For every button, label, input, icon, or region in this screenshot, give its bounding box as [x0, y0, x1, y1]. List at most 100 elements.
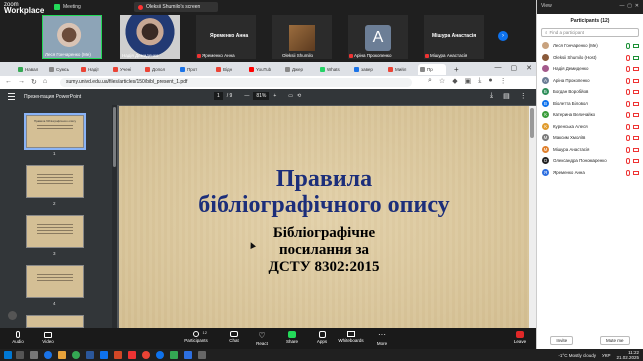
- participants-button[interactable]: 12 Participants: [181, 330, 211, 343]
- page-thumbnail-2[interactable]: [26, 165, 84, 198]
- minimize-icon[interactable]: —: [495, 64, 502, 72]
- maximize-icon[interactable]: ▢: [511, 64, 518, 72]
- video-tile[interactable]: Мішура Анастасія Мішура Анастасія: [424, 15, 484, 59]
- video-button[interactable]: Video: [33, 331, 63, 344]
- browser-tab[interactable]: Пр: [418, 64, 446, 75]
- language-indicator[interactable]: УКР: [602, 353, 610, 358]
- page-number-input[interactable]: 1: [214, 92, 223, 100]
- task-view-icon[interactable]: [30, 351, 38, 359]
- participant-row[interactable]: Я Яременко Анна: [537, 167, 643, 179]
- meeting-tab[interactable]: Meeting: [54, 4, 81, 10]
- share-button[interactable]: Share: [277, 331, 307, 344]
- participant-row[interactable]: А Аріна Прокопенко: [537, 75, 643, 87]
- folder-icon[interactable]: [58, 351, 66, 359]
- audio-button[interactable]: Audio: [3, 331, 33, 344]
- clock[interactable]: 11:22 21.02.2025: [616, 350, 639, 360]
- browser-tab[interactable]: Сумсь: [47, 64, 77, 75]
- app-icon[interactable]: [198, 351, 206, 359]
- window-controls[interactable]: — ▢ ✕: [620, 3, 639, 11]
- reload-icon[interactable]: ↻: [31, 78, 37, 86]
- participant-row[interactable]: В Віолетта Біловол: [537, 98, 643, 110]
- browser-tab[interactable]: завер: [352, 64, 382, 75]
- video-tile[interactable]: Яременко Анна Яременко Анна: [196, 15, 256, 59]
- apps-button[interactable]: Apps: [307, 331, 337, 344]
- home-icon[interactable]: ⌂: [43, 78, 47, 86]
- browser-tab[interactable]: Джер: [283, 64, 313, 75]
- more-button[interactable]: ··· More: [367, 331, 397, 347]
- puzzle-icon[interactable]: ▣: [465, 77, 472, 85]
- new-tab-button[interactable]: +: [452, 64, 461, 75]
- print-icon[interactable]: ▤: [503, 92, 510, 100]
- scrollbar-thumb[interactable]: [113, 107, 116, 167]
- rotate-icon[interactable]: ⟲: [297, 93, 301, 99]
- browser-tab[interactable]: YouTub: [247, 64, 277, 75]
- app-icon[interactable]: [184, 351, 192, 359]
- page-thumbnail-3[interactable]: [26, 215, 84, 248]
- browser-icon[interactable]: [156, 351, 164, 359]
- forward-icon[interactable]: →: [18, 78, 25, 86]
- back-icon[interactable]: ←: [5, 78, 12, 86]
- main-scrollbar[interactable]: [529, 106, 536, 328]
- chat-button[interactable]: Chat: [219, 331, 249, 343]
- browser-tab[interactable]: Прот: [178, 64, 208, 75]
- screen-share-tab[interactable]: Oleksii Shumilo's screen: [134, 2, 218, 12]
- page-thumbnail-1[interactable]: Правила бібліографічного опису: [24, 113, 86, 150]
- chrome-icon[interactable]: [142, 351, 150, 359]
- participant-row[interactable]: О Олександра Пономаренко: [537, 155, 643, 167]
- zoom-level-input[interactable]: 81%: [253, 92, 270, 100]
- bookmark-star-icon[interactable]: ☆: [439, 77, 445, 85]
- mute-me-button[interactable]: Mute me: [600, 336, 630, 345]
- participant-row[interactable]: М Максим Хмоліїв: [537, 132, 643, 144]
- zoom-out-icon[interactable]: —: [244, 93, 249, 99]
- participant-row[interactable]: М Мішура Анастасія: [537, 144, 643, 156]
- weather-widget[interactable]: -1°C Mostly cloudy: [558, 353, 596, 358]
- video-tile[interactable]: А Аріна Прокопенко: [348, 15, 408, 59]
- participant-row[interactable]: Б Богдан Воробйов: [537, 86, 643, 98]
- app-icon[interactable]: [170, 351, 178, 359]
- browser-tab[interactable]: Мийл: [386, 64, 416, 75]
- download-pdf-icon[interactable]: ⤓: [490, 92, 493, 100]
- menu-dots-icon[interactable]: ⋮: [500, 77, 507, 85]
- participant-row[interactable]: Леся Гончаренко (Me): [537, 40, 643, 52]
- video-tile[interactable]: Oleksii Shumilo: [272, 15, 332, 59]
- video-tile[interactable]: Надія Демиденко: [120, 15, 180, 59]
- pdf-more-icon[interactable]: ⋮: [520, 92, 527, 100]
- participant-row[interactable]: К Катерина Величайко: [537, 109, 643, 121]
- page-thumbnail-4[interactable]: [26, 265, 84, 298]
- profile-icon[interactable]: ●: [488, 77, 492, 85]
- view-button[interactable]: View: [541, 3, 552, 11]
- browser-tab[interactable]: Учені: [111, 64, 141, 75]
- sidebar-scrollbar[interactable]: [112, 105, 117, 328]
- whiteboards-button[interactable]: Whiteboards: [336, 331, 366, 343]
- browser-tab[interactable]: Надії: [79, 64, 109, 75]
- browser-tab[interactable]: Whats: [318, 64, 348, 75]
- download-icon[interactable]: ⤓: [478, 77, 481, 85]
- search-icon[interactable]: [16, 351, 24, 359]
- participant-row[interactable]: Надія Демиденко: [537, 63, 643, 75]
- sidebar-menu-icon[interactable]: [8, 93, 15, 100]
- chrome-icon[interactable]: [44, 351, 52, 359]
- zoom-app-icon[interactable]: [100, 351, 108, 359]
- browser-tab[interactable]: Навал: [16, 64, 46, 75]
- pdf-app-icon[interactable]: [128, 351, 136, 359]
- video-tile-self[interactable]: Леся Гончаренко (Ме): [42, 15, 102, 59]
- browser-window-controls[interactable]: — ▢ ✕: [495, 64, 533, 72]
- word-icon[interactable]: [86, 351, 94, 359]
- page-thumbnail-5[interactable]: [26, 315, 84, 328]
- powerpoint-icon[interactable]: [114, 351, 122, 359]
- browser-tab[interactable]: Допол: [143, 64, 173, 75]
- browser-tab[interactable]: Відн: [214, 64, 244, 75]
- annotate-icon[interactable]: [8, 311, 17, 320]
- fit-page-icon[interactable]: ▭: [288, 93, 293, 99]
- zoom-in-icon[interactable]: +: [273, 93, 276, 99]
- start-icon[interactable]: [4, 351, 12, 359]
- participant-row[interactable]: Oleksii Shumilo (Host): [537, 52, 643, 64]
- extension-icon[interactable]: ◆: [452, 77, 457, 85]
- react-button[interactable]: ♡ React: [247, 331, 277, 346]
- chrome-icon[interactable]: [72, 351, 80, 359]
- next-gallery-page-button[interactable]: ›: [498, 31, 508, 41]
- zoom-icon[interactable]: ⌕: [428, 77, 432, 85]
- participant-row[interactable]: К Куренська Алеся: [537, 121, 643, 133]
- participant-search-input[interactable]: ⌕ Find a participant: [541, 28, 639, 37]
- invite-button[interactable]: Invite: [550, 336, 574, 345]
